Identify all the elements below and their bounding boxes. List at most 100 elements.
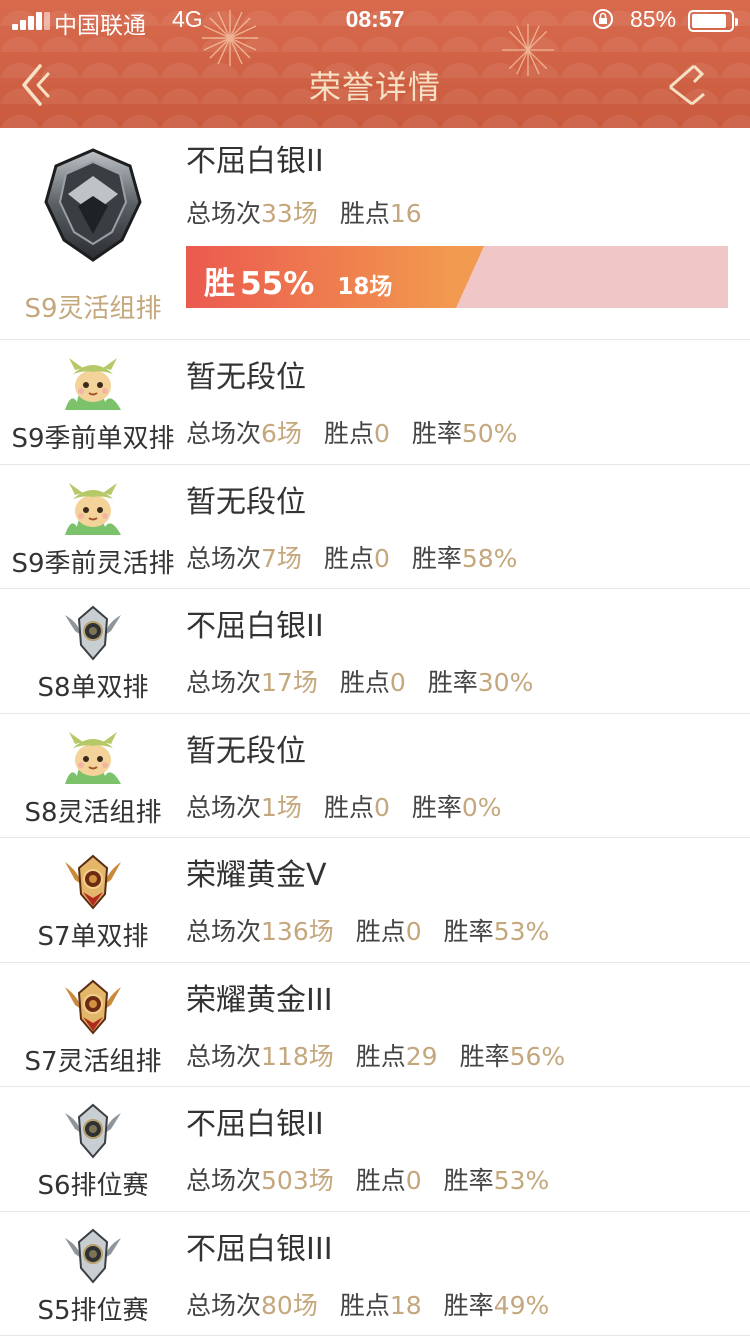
unranked-teemo-icon	[0, 726, 186, 794]
win-rate: 58%	[462, 544, 518, 573]
game-mode-label: S9灵活组排	[0, 288, 186, 325]
winrate-label: 胜率	[428, 668, 478, 697]
points-label: 胜点	[356, 1166, 406, 1195]
games-unit: 场	[277, 544, 302, 573]
record-row[interactable]: S5排位赛 不屈白银III 总场次80场胜点18胜率49%	[0, 1212, 750, 1336]
game-mode-label: S8单双排	[0, 667, 186, 704]
winrate-label: 胜率	[412, 544, 462, 573]
record-row[interactable]: S7灵活组排 荣耀黄金III 总场次118场胜点29胜率56%	[0, 963, 750, 1088]
rank-name: 暂无段位	[186, 477, 306, 521]
points-label: 胜点	[324, 544, 374, 573]
featured-record[interactable]: S9灵活组排 不屈白银II 总场次33场胜点16 胜 55% 18场	[0, 128, 750, 340]
battery-icon	[688, 10, 734, 32]
win-rate: 50%	[462, 419, 518, 448]
league-points: 0	[374, 544, 390, 573]
record-row[interactable]: S7单双排 荣耀黄金V 总场次136场胜点0胜率53%	[0, 838, 750, 963]
nav-header: 中国联通 4G 08:57 85% 荣誉详情	[0, 0, 750, 128]
record-stats: 总场次17场胜点0胜率30%	[186, 663, 533, 699]
silver-rank-emblem	[0, 144, 186, 268]
gold-rank-icon	[0, 850, 186, 918]
games-unit: 场	[309, 917, 334, 946]
win-count: 18场	[337, 274, 392, 300]
games-unit: 场	[277, 419, 302, 448]
winrate-label: 胜率	[444, 1291, 494, 1320]
win-rate: 49%	[494, 1291, 550, 1320]
total-label: 总场次	[186, 668, 261, 697]
winrate-bar-text: 胜 55% 18场	[204, 258, 392, 303]
games-unit: 场	[293, 1291, 318, 1320]
game-mode-label: S9季前灵活排	[0, 543, 186, 580]
league-points: 18	[390, 1291, 422, 1320]
win-rate: 0%	[462, 793, 502, 822]
winrate-bar-tip	[456, 246, 484, 308]
winrate-label: 胜率	[460, 1042, 510, 1071]
league-points: 16	[390, 199, 422, 228]
win-rate: 56%	[510, 1042, 566, 1071]
total-label: 总场次	[186, 544, 261, 573]
total-games: 6	[261, 419, 277, 448]
silver-rank-icon	[0, 1224, 186, 1292]
points-label: 胜点	[340, 1291, 390, 1320]
total-label: 总场次	[186, 1291, 261, 1320]
games-unit: 场	[293, 199, 318, 228]
league-points: 0	[406, 917, 422, 946]
gold-rank-icon	[0, 975, 186, 1043]
record-stats: 总场次33场胜点16	[186, 194, 422, 230]
record-stats: 总场次503场胜点0 胜率53%	[186, 1161, 549, 1197]
rank-name: 荣耀黄金V	[186, 850, 327, 894]
total-games: 136	[261, 917, 309, 946]
win-rate: 30%	[478, 668, 534, 697]
record-row[interactable]: S9季前单双排 暂无段位 总场次6场胜点0胜率50%	[0, 340, 750, 465]
rank-name: 不屈白银II	[186, 1099, 324, 1143]
league-points: 0	[406, 1166, 422, 1195]
rotation-lock-icon	[592, 8, 614, 30]
win-rate: 53%	[494, 917, 550, 946]
points-label: 胜点	[340, 199, 390, 228]
winrate-label: 胜率	[412, 419, 462, 448]
winrate-label: 胜率	[412, 793, 462, 822]
total-games: 7	[261, 544, 277, 573]
record-stats: 总场次1场胜点0胜率0%	[186, 788, 502, 824]
total-label: 总场次	[186, 917, 261, 946]
total-label: 总场次	[186, 1166, 261, 1195]
points-label: 胜点	[356, 1042, 406, 1071]
total-games: 80	[261, 1291, 293, 1320]
total-label: 总场次	[186, 793, 261, 822]
record-stats: 总场次6场胜点0胜率50%	[186, 414, 517, 450]
games-unit: 场	[293, 668, 318, 697]
record-stats: 总场次80场胜点18 胜率49%	[186, 1286, 549, 1322]
silver-rank-icon	[0, 601, 186, 669]
record-row[interactable]: S8单双排 不屈白银II 总场次17场胜点0胜率30%	[0, 589, 750, 714]
winrate-bar: 胜 55% 18场	[186, 246, 728, 308]
unranked-teemo-icon	[0, 352, 186, 420]
silver-emblem-icon	[38, 144, 148, 264]
games-unit: 场	[309, 1166, 334, 1195]
record-row[interactable]: S9季前灵活排 暂无段位 总场次7场胜点0 胜率58%	[0, 465, 750, 590]
game-mode-label: S9季前单双排	[0, 418, 186, 455]
record-stats: 总场次7场胜点0 胜率58%	[186, 539, 517, 575]
winrate-label: 胜率	[444, 917, 494, 946]
status-bar: 中国联通 4G 08:57 85%	[0, 0, 750, 40]
games-unit: 场	[309, 1042, 334, 1071]
record-stats: 总场次136场胜点0胜率53%	[186, 912, 549, 948]
total-label: 总场次	[186, 1042, 261, 1071]
win-rate: 53%	[494, 1166, 550, 1195]
total-label: 总场次	[186, 419, 261, 448]
record-stats: 总场次118场胜点29胜率56%	[186, 1037, 565, 1073]
rank-name: 荣耀黄金III	[186, 975, 333, 1019]
winrate-label: 胜率	[444, 1166, 494, 1195]
game-mode-label: S8灵活组排	[0, 792, 186, 829]
share-icon[interactable]	[664, 60, 712, 110]
record-row[interactable]: S8灵活组排 暂无段位 总场次1场胜点0胜率0%	[0, 714, 750, 839]
win-label: 胜	[204, 266, 235, 302]
record-row[interactable]: S6排位赛 不屈白银II 总场次503场胜点0胜率53%	[0, 1087, 750, 1212]
total-games: 503	[261, 1166, 309, 1195]
rank-name: 不屈白银III	[186, 1224, 333, 1268]
league-points: 0	[390, 668, 406, 697]
game-mode-label: S7灵活组排	[0, 1041, 186, 1078]
page-title: 荣誉详情	[0, 62, 750, 108]
total-games: 33	[261, 199, 293, 228]
unranked-teemo-icon	[0, 477, 186, 545]
rank-name: 不屈白银II	[186, 601, 324, 645]
league-points: 0	[374, 793, 390, 822]
